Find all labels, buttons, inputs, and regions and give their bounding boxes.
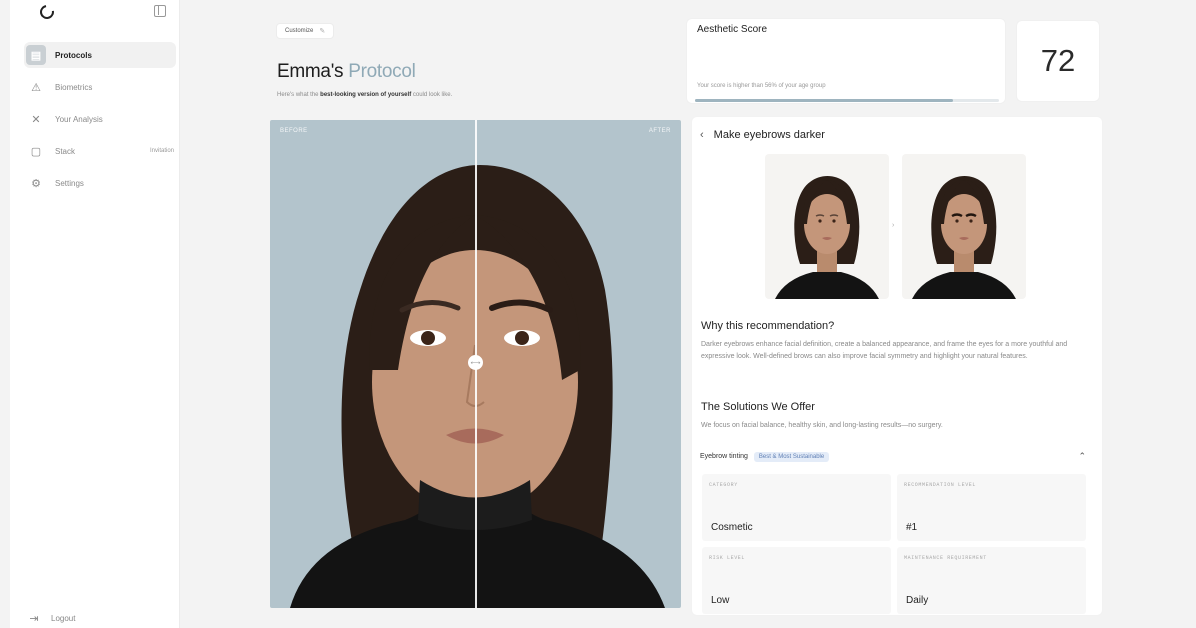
logout-label: Logout [51,613,76,623]
detail-category: CATEGORY Cosmetic [702,474,891,541]
subtitle-suffix: could look like. [411,92,453,98]
detail-label: CATEGORY [709,482,738,488]
chevron-up-icon[interactable]: ⌃ [1078,451,1086,462]
title-name: Emma's [277,61,344,82]
detail-label: MAINTENANCE REQUIREMENT [904,555,987,561]
solution-accordion-header[interactable]: Eyebrow tinting Best & Most Sustainable … [700,451,1086,462]
score-label: Aesthetic Score [697,24,768,35]
detail-value: Low [711,595,730,606]
sidebar-nav: ▤ Protocols ⚠ Biometrics ✕ Your Analysis… [24,42,176,202]
detail-maintenance: MAINTENANCE REQUIREMENT Daily [897,547,1086,614]
score-description: Your score is higher than 56% of your ag… [697,83,826,89]
score-value: 72 [1016,20,1100,102]
solutions-title: The Solutions We Offer [701,401,815,413]
breadcrumb-customize[interactable]: Customize ✎ [276,23,335,39]
drag-arrows-icon: ⟷ [470,359,481,367]
sidebar-item-label: Protocols [55,50,92,60]
sidebar-item-analysis[interactable]: ✕ Your Analysis [24,106,176,132]
gear-icon: ⚙ [31,177,41,190]
sidebar-item-protocols[interactable]: ▤ Protocols [24,42,176,68]
arrow-right-icon: › [892,222,895,229]
detail-label: RISK LEVEL [709,555,746,561]
why-body: Darker eyebrows enhance facial definitio… [701,341,1068,360]
compare-slider-handle[interactable]: ⟷ [468,355,483,370]
warning-icon: ⚠ [31,81,41,94]
sidebar-item-label: Your Analysis [55,114,103,124]
sidebar-item-label: Stack [55,146,76,156]
sidebar: ▤ Protocols ⚠ Biometrics ✕ Your Analysis… [10,0,180,628]
page-title: Emma's Protocol [277,61,416,83]
page-subtitle: Here's what the best-looking version of … [277,92,452,98]
logout-button[interactable]: ⇥ Logout [27,611,75,625]
recommendation-panel: ‹ Make eyebrows darker › Why this recomm… [691,116,1103,616]
edit-icon: ✎ [319,28,326,35]
logout-icon: ⇥ [29,612,39,625]
solution-details-grid: CATEGORY Cosmetic RECOMMENDATION LEVEL #… [702,474,1086,614]
score-progress-bar [695,99,999,102]
sidebar-item-label: Biometrics [55,82,93,92]
grid-icon: ▤ [26,45,46,65]
before-thumbnail [765,154,889,299]
chevron-left-icon[interactable]: ‹ [700,129,704,141]
recommendation-header[interactable]: ‹ Make eyebrows darker [700,129,825,141]
before-after-comparison[interactable]: BEFORE AFTER ⟷ [270,120,681,608]
sidebar-item-stack[interactable]: ▢ Stack Invitation [24,138,176,164]
score-progress-fill [695,99,954,102]
before-thumbnail-image [775,176,879,299]
subtitle-prefix: Here's what the [277,92,321,98]
sidebar-toggle-icon[interactable] [154,5,166,17]
solution-name: Eyebrow tinting [700,453,748,460]
after-thumbnail [902,154,1026,299]
before-label: BEFORE [280,128,308,134]
solutions-body: We focus on facial balance, healthy skin… [701,422,943,429]
app-logo [37,2,57,22]
detail-value: #1 [906,522,918,533]
invitation-badge: Invitation [149,148,174,154]
after-label: AFTER [648,128,671,134]
detail-recommendation-level: RECOMMENDATION LEVEL #1 [897,474,1086,541]
subtitle-bold: best-looking version of yourself [320,92,412,98]
breadcrumb-label: Customize [285,28,314,34]
sidebar-item-label: Settings [55,178,84,188]
sidebar-item-biometrics[interactable]: ⚠ Biometrics [24,74,176,100]
detail-value: Daily [906,595,929,606]
after-thumbnail-image [912,176,1016,299]
detail-value: Cosmetic [711,522,753,533]
scissors-icon: ✕ [31,113,41,126]
sidebar-item-settings[interactable]: ⚙ Settings [24,170,176,196]
calendar-icon: ▢ [30,145,42,158]
solution-badge: Best & Most Sustainable [753,451,830,462]
recommendation-title: Make eyebrows darker [713,129,825,141]
why-title: Why this recommendation? [701,320,835,332]
title-accent: Protocol [348,61,416,82]
detail-label: RECOMMENDATION LEVEL [904,482,977,488]
aesthetic-score-card: Aesthetic Score Your score is higher tha… [686,18,1006,104]
detail-risk-level: RISK LEVEL Low [702,547,891,614]
